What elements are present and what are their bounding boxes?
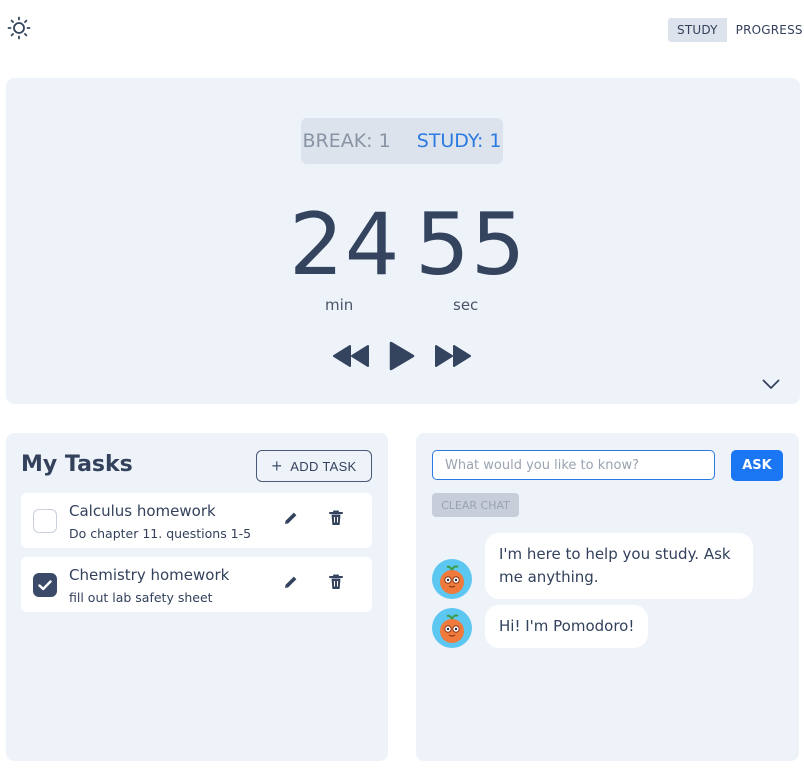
play-icon: [389, 341, 415, 375]
tab-progress[interactable]: PROGRESS: [727, 18, 804, 42]
delete-task-button[interactable]: [326, 510, 346, 530]
study-counter: STUDY: 1: [416, 130, 502, 152]
chat-bubble: Hi! I'm Pomodoro!: [485, 605, 649, 648]
checkmark-icon: [38, 576, 52, 595]
chat-message: I'm here to help you study. Ask me anyth…: [432, 533, 753, 599]
pencil-icon: [283, 510, 299, 530]
edit-task-button[interactable]: [281, 510, 301, 530]
session-counters: BREAK: 1 STUDY: 1: [301, 118, 503, 164]
chat-message: Hi! I'm Pomodoro!: [432, 605, 649, 648]
pencil-icon: [283, 574, 299, 594]
fast-forward-icon: [435, 345, 471, 371]
add-task-button[interactable]: + ADD TASK: [256, 450, 372, 482]
tasks-title: My Tasks: [21, 452, 133, 477]
tasks-panel: My Tasks + ADD TASK Calculus homework Do…: [6, 433, 388, 761]
task-subtitle: Do chapter 11. questions 1-5: [69, 526, 252, 541]
trash-icon: [329, 574, 343, 594]
chevron-down-icon: [762, 375, 780, 394]
trash-icon: [329, 510, 343, 530]
minutes-display: 24: [289, 195, 401, 295]
timer-panel: BREAK: 1 STUDY: 1 24 55 min sec: [6, 78, 800, 404]
ask-input[interactable]: [432, 450, 715, 480]
task-item: Chemistry homework fill out lab safety s…: [21, 557, 372, 612]
pomodoro-avatar-icon: [432, 559, 472, 599]
expand-button[interactable]: [760, 374, 782, 394]
chat-panel: ASK CLEAR CHAT I'm here to help you stud…: [416, 433, 799, 761]
clear-chat-button[interactable]: CLEAR CHAT: [432, 493, 519, 517]
chat-bubble: I'm here to help you study. Ask me anyth…: [485, 533, 753, 599]
task-subtitle: fill out lab safety sheet: [69, 590, 213, 605]
task-checkbox[interactable]: [33, 573, 57, 597]
tab-study[interactable]: STUDY: [668, 18, 727, 42]
break-counter: BREAK: 1: [302, 130, 391, 152]
rewind-icon: [333, 345, 369, 371]
rewind-button[interactable]: [332, 342, 370, 374]
seconds-display: 55: [415, 195, 527, 295]
add-task-label: ADD TASK: [290, 458, 357, 474]
ask-button[interactable]: ASK: [731, 450, 783, 481]
task-title: Chemistry homework: [69, 566, 230, 584]
task-checkbox[interactable]: [33, 509, 57, 533]
edit-task-button[interactable]: [281, 574, 301, 594]
task-item: Calculus homework Do chapter 11. questio…: [21, 493, 372, 548]
play-button[interactable]: [386, 341, 418, 375]
pomodoro-avatar-icon: [432, 608, 472, 648]
seconds-label: sec: [453, 296, 479, 314]
top-bar: STUDY PROGRESS: [0, 0, 804, 62]
theme-toggle-button[interactable]: [6, 16, 32, 44]
mode-switcher: STUDY PROGRESS: [668, 18, 804, 42]
sun-icon: [7, 16, 31, 44]
task-title: Calculus homework: [69, 502, 216, 520]
plus-icon: +: [271, 456, 283, 476]
fast-forward-button[interactable]: [434, 342, 472, 374]
minutes-label: min: [325, 296, 354, 314]
delete-task-button[interactable]: [326, 574, 346, 594]
